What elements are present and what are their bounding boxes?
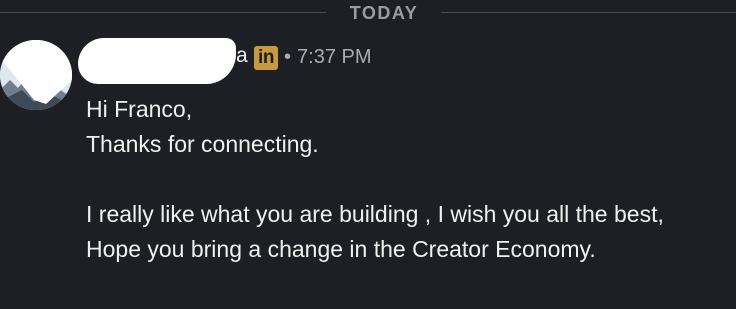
date-divider-label: TODAY xyxy=(349,3,419,23)
message-line: Hi Franco, xyxy=(86,96,193,122)
avatar-image xyxy=(0,40,72,110)
message-line-blank xyxy=(86,162,706,197)
avatar[interactable] xyxy=(0,40,72,110)
date-divider: TODAY xyxy=(0,0,736,26)
sender-name[interactable]: a xyxy=(236,44,248,68)
message-time[interactable]: 7:37 PM xyxy=(297,46,371,68)
divider-line-left xyxy=(0,12,326,13)
message-meta: • 7:37 PM xyxy=(284,46,372,69)
message-line: I really like what you are building , I … xyxy=(86,201,664,227)
sender-name-redaction xyxy=(78,38,236,84)
message-body: Hi Franco, Thanks for connecting. I real… xyxy=(86,92,706,267)
message-line: Thanks for connecting. xyxy=(86,131,319,157)
divider-line-right xyxy=(441,12,736,13)
message-line: Hope you bring a change in the Creator E… xyxy=(86,236,596,262)
bullet-separator: • xyxy=(284,46,292,68)
linkedin-icon: in xyxy=(254,46,278,70)
